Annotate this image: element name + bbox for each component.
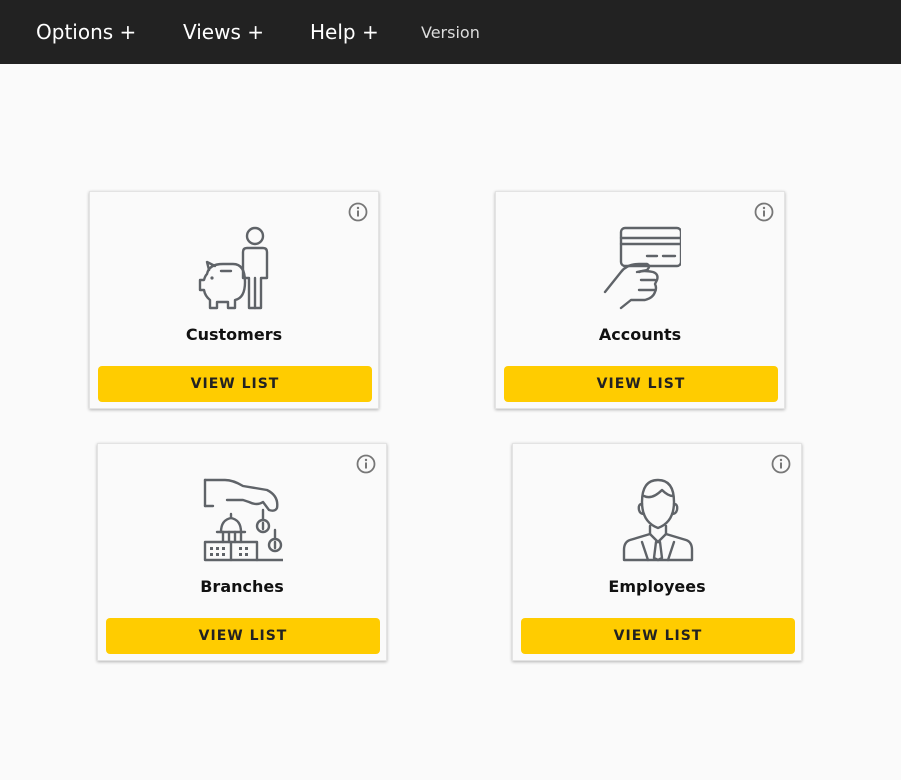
customers-card: Customers VIEW LIST	[89, 191, 379, 409]
branches-view-list-button[interactable]: VIEW LIST	[106, 618, 380, 654]
card-title: Accounts	[598, 325, 682, 344]
info-icon[interactable]	[356, 454, 376, 474]
version-link[interactable]: Version	[421, 0, 480, 64]
hand-credit-card-icon	[603, 226, 681, 310]
piggy-bank-person-icon	[198, 226, 269, 310]
views-menu[interactable]: Views +	[183, 0, 264, 64]
card-title: Employees	[608, 577, 706, 596]
options-menu[interactable]: Options +	[36, 0, 136, 64]
employee-icon	[622, 478, 694, 562]
employees-view-list-button[interactable]: VIEW LIST	[521, 618, 795, 654]
accounts-view-list-button[interactable]: VIEW LIST	[504, 366, 778, 402]
info-icon[interactable]	[754, 202, 774, 222]
card-title: Branches	[200, 577, 284, 596]
accounts-card: Accounts VIEW LIST	[495, 191, 785, 409]
customers-view-list-button[interactable]: VIEW LIST	[98, 366, 372, 402]
employees-card: Employees VIEW LIST	[512, 443, 802, 661]
info-icon[interactable]	[771, 454, 791, 474]
card-title: Customers	[185, 325, 283, 344]
top-nav-bar: Options + Views + Help + Version	[0, 0, 901, 64]
help-menu[interactable]: Help +	[310, 0, 379, 64]
bank-building-coins-icon	[203, 478, 283, 562]
info-icon[interactable]	[348, 202, 368, 222]
branches-card: Branches VIEW LIST	[97, 443, 387, 661]
